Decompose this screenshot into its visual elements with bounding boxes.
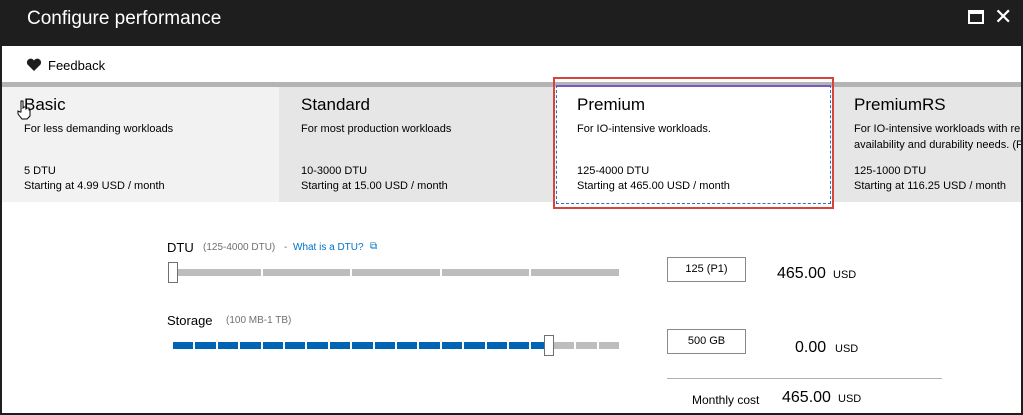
window-frame xyxy=(0,0,1023,415)
